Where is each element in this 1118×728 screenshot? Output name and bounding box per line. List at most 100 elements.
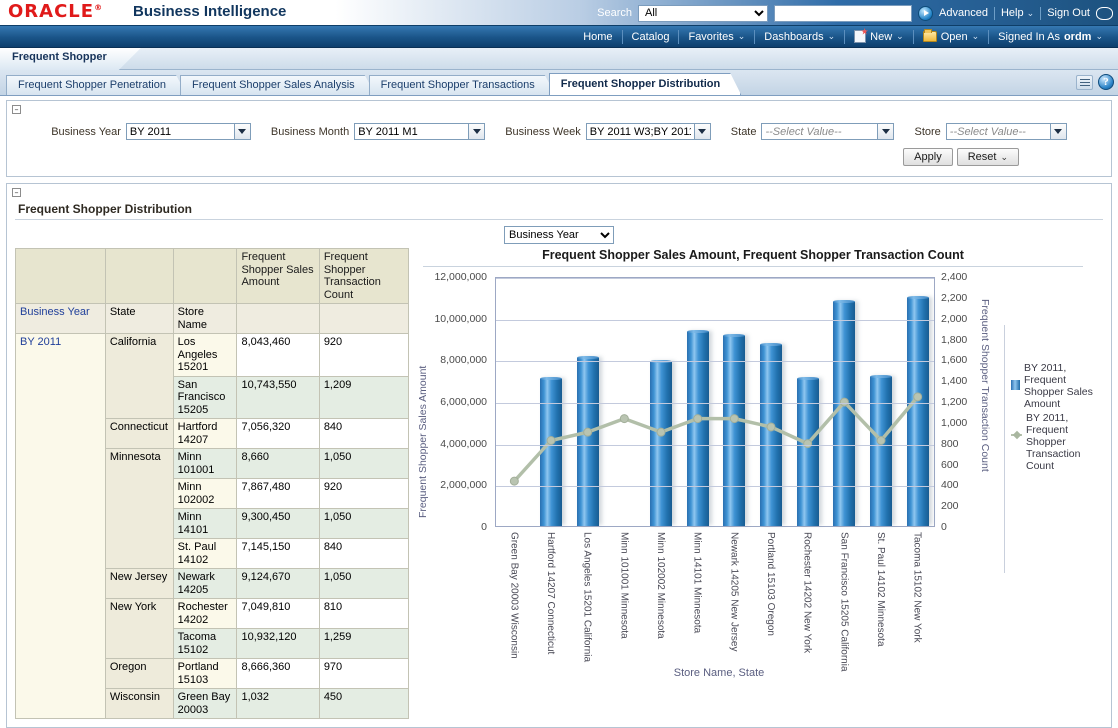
oracle-wordmark: ORACLE — [8, 1, 94, 22]
chart-legend: BY 2011, Frequent Shopper Sales AmountBY… — [1011, 362, 1101, 474]
line-marker[interactable] — [510, 477, 518, 485]
business-week-dropdown-icon[interactable] — [694, 123, 711, 140]
line-marker[interactable] — [730, 415, 738, 423]
view-selector[interactable]: Business Year — [504, 226, 614, 244]
line-marker[interactable] — [547, 437, 555, 445]
header-business-year[interactable]: Business Year — [16, 304, 106, 334]
line-path — [514, 397, 917, 481]
legend-item[interactable]: BY 2011, Frequent Shopper Transaction Co… — [1011, 412, 1101, 472]
search-area: Search All Advanced Help ⌄ Sign Out — [597, 2, 1116, 24]
pivot-corner-blank — [173, 249, 237, 304]
cell-business-year[interactable]: BY 2011 — [16, 334, 106, 719]
prompt-collapse-toggle[interactable]: – — [12, 105, 21, 114]
state-input[interactable] — [761, 123, 877, 140]
nav-catalog[interactable]: Catalog — [623, 29, 679, 45]
header-store-name: Store Name — [173, 304, 237, 334]
nav-dashboards[interactable]: Dashboards⌄ — [755, 29, 844, 45]
cell-store-name: Minn 102002 — [173, 479, 237, 509]
nav-open[interactable]: Open⌄ — [914, 29, 988, 45]
search-scope-select[interactable]: All — [638, 5, 768, 22]
business-year-input[interactable] — [126, 123, 234, 140]
business-month-input[interactable] — [354, 123, 468, 140]
page-tab-frequent-shopper[interactable]: Frequent Shopper — [0, 48, 141, 70]
y-axis-tick-label: 12,000,000 — [434, 271, 487, 283]
nav-new[interactable]: New⌄ — [845, 29, 913, 45]
business-month-dropdown-icon[interactable] — [468, 123, 485, 140]
business-week-input[interactable] — [586, 123, 694, 140]
new-document-icon — [854, 30, 866, 43]
cell-store-name: Portland 15103 — [173, 659, 237, 689]
combo-store[interactable] — [946, 123, 1067, 140]
report-collapse-toggle[interactable]: – — [12, 188, 21, 197]
line-marker[interactable] — [694, 415, 702, 423]
cell-sales-amount: 8,660 — [237, 449, 319, 479]
cell-sales-amount: 7,049,810 — [237, 599, 319, 629]
tab-frequent-shopper-transactions[interactable]: Frequent Shopper Transactions — [369, 75, 556, 95]
y2-axis-tick-label: 2,000 — [941, 313, 967, 325]
tab-frequent-shopper-distribution[interactable]: Frequent Shopper Distribution — [549, 73, 742, 95]
x-axis-tick-label: Rochester 14202 New York — [801, 532, 813, 653]
legend-divider — [1004, 325, 1005, 573]
line-marker[interactable] — [914, 393, 922, 401]
x-axis-tick-label: Los Angeles 15201 California — [581, 532, 593, 658]
line-marker[interactable] — [804, 440, 812, 448]
cell-transaction-count: 1,050 — [319, 509, 408, 539]
nav-signed-in-as[interactable]: Signed In Asordm⌄ — [989, 29, 1112, 45]
nav-favorites-label: Favorites — [688, 31, 733, 43]
cell-transaction-count: 810 — [319, 599, 408, 629]
advanced-link[interactable]: Advanced — [939, 7, 988, 19]
line-marker[interactable] — [767, 423, 775, 431]
line-marker[interactable] — [620, 415, 628, 423]
oracle-logo: ORACLE® — [8, 1, 103, 22]
label-store: Store — [914, 126, 940, 138]
y2-axis-tick-label: 1,800 — [941, 334, 967, 346]
line-marker[interactable] — [657, 428, 665, 436]
prompt-row: Business Year Business Month Business We… — [15, 118, 1103, 140]
help-icon[interactable]: ? — [1098, 74, 1114, 90]
page-options-icon[interactable] — [1076, 75, 1093, 90]
store-dropdown-icon[interactable] — [1050, 123, 1067, 140]
store-input[interactable] — [946, 123, 1050, 140]
cell-transaction-count: 1,050 — [319, 449, 408, 479]
search-go-icon[interactable] — [918, 6, 933, 21]
cell-sales-amount: 1,032 — [237, 689, 319, 719]
tab-frequent-shopper-sales-analysis[interactable]: Frequent Shopper Sales Analysis — [180, 75, 376, 95]
gridline — [496, 486, 934, 487]
state-dropdown-icon[interactable] — [877, 123, 894, 140]
x-axis-tick-label: Minn 102002 Minnesota — [654, 532, 666, 639]
combo-state[interactable] — [761, 123, 894, 140]
business-year-dropdown-icon[interactable] — [234, 123, 251, 140]
y-axis-tick-label: 0 — [481, 521, 487, 533]
help-menu[interactable]: Help ⌄ — [1001, 7, 1034, 19]
cell-sales-amount: 7,145,150 — [237, 539, 319, 569]
line-marker[interactable] — [877, 437, 885, 445]
x-axis-tick-label: Minn 14101 Minnesota — [691, 532, 703, 633]
tab-frequent-shopper-penetration[interactable]: Frequent Shopper Penetration — [6, 75, 187, 95]
cell-transaction-count: 840 — [319, 419, 408, 449]
cell-store-name: Minn 101001 — [173, 449, 237, 479]
reset-button[interactable]: Reset ⌄ — [957, 148, 1019, 166]
combo-business-week[interactable] — [586, 123, 711, 140]
y2-axis-tick-label: 1,000 — [941, 417, 967, 429]
cell-state: Wisconsin — [105, 689, 173, 719]
legend-item[interactable]: BY 2011, Frequent Shopper Sales Amount — [1011, 362, 1101, 410]
combo-business-month[interactable] — [354, 123, 485, 140]
line-marker[interactable] — [584, 428, 592, 436]
header-sales-amount: Frequent Shopper Sales Amount — [237, 249, 319, 304]
y2-axis-tick-label: 400 — [941, 479, 959, 491]
nav-favorites[interactable]: Favorites ⌄ — [679, 29, 754, 45]
chevron-down-icon: ⌄ — [1027, 8, 1035, 18]
pivot-head: Frequent Shopper Sales Amount Frequent S… — [16, 249, 409, 334]
pivot-corner-blank — [105, 249, 173, 304]
cell-sales-amount: 7,056,320 — [237, 419, 319, 449]
header-state: State — [105, 304, 173, 334]
chevron-down-icon: ⌄ — [738, 31, 746, 42]
gridline — [496, 320, 934, 321]
nav-home[interactable]: Home — [574, 29, 621, 45]
cell-transaction-count: 970 — [319, 659, 408, 689]
combo-business-year[interactable] — [126, 123, 251, 140]
search-input[interactable] — [774, 5, 912, 22]
sign-out-link[interactable]: Sign Out — [1047, 7, 1090, 19]
apply-button[interactable]: Apply — [903, 148, 953, 166]
cell-store-name: Hartford 14207 — [173, 419, 237, 449]
